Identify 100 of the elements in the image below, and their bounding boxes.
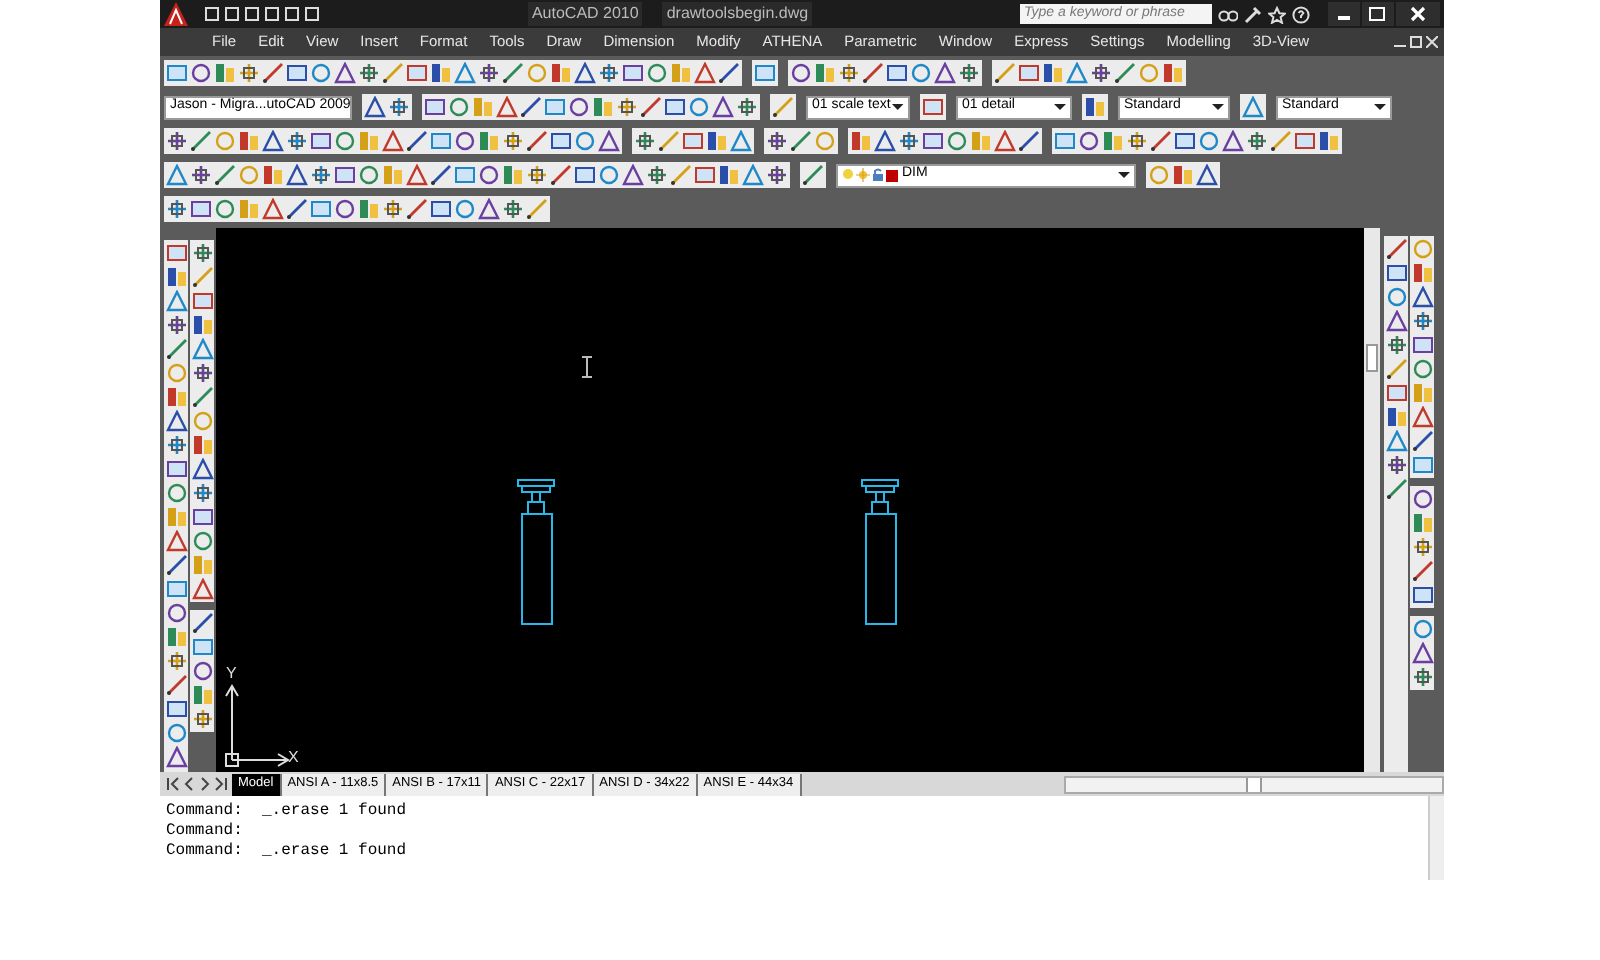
- tool-icon[interactable]: [622, 62, 644, 84]
- tool-icon[interactable]: [862, 62, 884, 84]
- tool-icon[interactable]: [358, 62, 380, 84]
- tool-icon[interactable]: [165, 554, 187, 576]
- tool-icon[interactable]: [1246, 130, 1268, 152]
- tool-icon[interactable]: [1411, 488, 1433, 510]
- tool-icon[interactable]: [592, 96, 614, 118]
- tool-icon[interactable]: [502, 164, 524, 186]
- tool-icon[interactable]: [165, 674, 187, 696]
- tool-icon[interactable]: [694, 62, 716, 84]
- tool-icon[interactable]: [191, 530, 213, 552]
- tool-icon[interactable]: [1411, 406, 1433, 428]
- tool-icon[interactable]: [622, 164, 644, 186]
- tool-icon[interactable]: [214, 198, 236, 220]
- tool-icon[interactable]: [190, 130, 212, 152]
- tool-icon[interactable]: [922, 130, 944, 152]
- tool-icon[interactable]: [706, 130, 728, 152]
- tool-icon[interactable]: [1411, 666, 1433, 688]
- tool-icon[interactable]: [1411, 560, 1433, 582]
- tool-icon[interactable]: [191, 458, 213, 480]
- tool-icon[interactable]: [598, 130, 620, 152]
- tool-icon[interactable]: [502, 62, 524, 84]
- tool-icon[interactable]: [1411, 512, 1433, 534]
- tool-icon[interactable]: [670, 164, 692, 186]
- tool-icon[interactable]: [898, 130, 920, 152]
- tool-icon[interactable]: [286, 62, 308, 84]
- tool-icon[interactable]: [165, 458, 187, 480]
- tool-icon[interactable]: [191, 660, 213, 682]
- tool-icon[interactable]: [790, 62, 812, 84]
- tool-icon[interactable]: [496, 96, 518, 118]
- tool-icon[interactable]: [646, 164, 668, 186]
- tool-icon[interactable]: [262, 198, 284, 220]
- tool-icon[interactable]: [1196, 164, 1218, 186]
- tool-icon[interactable]: [520, 96, 542, 118]
- tool-icon[interactable]: [238, 130, 260, 152]
- tool-icon[interactable]: [430, 62, 452, 84]
- tool-icon[interactable]: [334, 130, 356, 152]
- tool-icon[interactable]: [1018, 62, 1040, 84]
- tool-icon[interactable]: [838, 62, 860, 84]
- tool-icon[interactable]: [165, 602, 187, 624]
- tool-icon[interactable]: [165, 650, 187, 672]
- tool-icon[interactable]: [1411, 430, 1433, 452]
- tool-icon[interactable]: [1318, 130, 1340, 152]
- tool-icon[interactable]: [286, 164, 308, 186]
- tool-icon[interactable]: [166, 130, 188, 152]
- tool-icon[interactable]: [1150, 130, 1172, 152]
- tool-icon[interactable]: [424, 96, 446, 118]
- tool-icon[interactable]: [550, 130, 572, 152]
- tool-icon[interactable]: [1172, 164, 1194, 186]
- tool-icon[interactable]: [190, 62, 212, 84]
- star-icon[interactable]: [1268, 5, 1286, 23]
- tool-icon[interactable]: [165, 698, 187, 720]
- tool-icon[interactable]: [1411, 286, 1433, 308]
- binoculars-icon[interactable]: [1218, 5, 1238, 23]
- tool-icon[interactable]: [334, 198, 356, 220]
- tool-icon[interactable]: [550, 164, 572, 186]
- close-icon[interactable]: [1426, 36, 1438, 48]
- tool-icon[interactable]: [766, 130, 788, 152]
- tool-icon[interactable]: [190, 164, 212, 186]
- tool-icon[interactable]: [165, 386, 187, 408]
- tool-icon[interactable]: [646, 62, 668, 84]
- tool-icon[interactable]: [214, 62, 236, 84]
- tool-icon[interactable]: [262, 62, 284, 84]
- tool-icon[interactable]: [1270, 130, 1292, 152]
- tool-icon[interactable]: [358, 198, 380, 220]
- tool-icon[interactable]: [994, 62, 1016, 84]
- tool-icon[interactable]: [165, 410, 187, 432]
- tool-icon[interactable]: [191, 578, 213, 600]
- tool-icon[interactable]: [165, 746, 187, 768]
- tool-icon[interactable]: [1411, 536, 1433, 558]
- tool-icon[interactable]: [526, 198, 548, 220]
- tool-icon[interactable]: [1042, 62, 1064, 84]
- tool-icon[interactable]: [712, 96, 734, 118]
- tool-icon[interactable]: [658, 130, 680, 152]
- tool-icon[interactable]: [478, 198, 500, 220]
- tool-icon[interactable]: [640, 96, 662, 118]
- tool-icon[interactable]: [616, 96, 638, 118]
- tool-icon[interactable]: [165, 338, 187, 360]
- tool-icon[interactable]: [718, 62, 740, 84]
- tool-icon[interactable]: [310, 164, 332, 186]
- tool-icon[interactable]: [165, 530, 187, 552]
- tool-icon[interactable]: [946, 130, 968, 152]
- tool-icon[interactable]: [574, 164, 596, 186]
- tool-icon[interactable]: [191, 266, 213, 288]
- tool-icon[interactable]: [382, 130, 404, 152]
- tool-icon[interactable]: [448, 96, 470, 118]
- tool-icon[interactable]: [166, 198, 188, 220]
- tool-icon[interactable]: [382, 198, 404, 220]
- scrollbar-thumb[interactable]: [1246, 777, 1262, 791]
- tool-icon[interactable]: [358, 164, 380, 186]
- tool-icon[interactable]: [994, 130, 1016, 152]
- tool-icon[interactable]: [165, 626, 187, 648]
- tool-icon[interactable]: [1385, 478, 1407, 500]
- tool-icon[interactable]: [1385, 334, 1407, 356]
- tool-icon[interactable]: [526, 130, 548, 152]
- tool-icon[interactable]: [1090, 62, 1112, 84]
- minimize-button[interactable]: [1328, 2, 1360, 26]
- tool-icon[interactable]: [1411, 262, 1433, 284]
- tool-icon[interactable]: [191, 612, 213, 634]
- tool-icon[interactable]: [1174, 130, 1196, 152]
